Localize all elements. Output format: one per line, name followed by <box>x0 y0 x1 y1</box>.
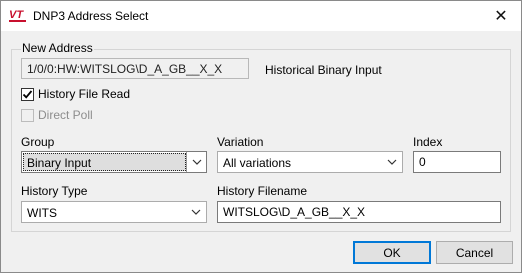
direct-poll-checkbox[interactable] <box>21 109 34 122</box>
variation-value: All variations <box>223 156 292 170</box>
close-button[interactable]: ✕ <box>481 1 521 31</box>
address-field[interactable]: 1/0/0:HW:WITSLOG\D_A_GB__X_X <box>21 58 249 79</box>
history-file-read-label[interactable]: History File Read <box>38 87 130 101</box>
cancel-button[interactable]: Cancel <box>436 241 513 264</box>
variation-label: Variation <box>217 135 264 149</box>
title-bar[interactable]: VT DNP3 Address Select ✕ <box>1 1 521 31</box>
history-filename-input[interactable]: WITSLOG\D_A_GB__X_X <box>217 201 501 223</box>
index-input[interactable]: 0 <box>413 151 501 173</box>
history-filename-label: History Filename <box>217 184 308 198</box>
ok-button[interactable]: OK <box>353 241 431 264</box>
close-icon: ✕ <box>494 8 508 25</box>
checkmark-icon <box>22 90 33 99</box>
address-type-label: Historical Binary Input <box>265 63 382 77</box>
group-label: Group <box>21 135 55 149</box>
direct-poll-label: Direct Poll <box>38 108 93 122</box>
history-file-read-checkbox[interactable] <box>21 88 34 101</box>
window-title: DNP3 Address Select <box>33 9 149 23</box>
history-type-label: History Type <box>21 184 88 198</box>
history-type-dropdown[interactable]: WITS <box>21 201 207 223</box>
dnp3-address-select-dialog: VT DNP3 Address Select ✕ New Address 1/0… <box>0 0 522 273</box>
svg-text:VT: VT <box>9 9 24 21</box>
chevron-down-icon[interactable] <box>186 202 206 222</box>
chevron-down-icon[interactable] <box>186 152 206 172</box>
group-value: Binary Input <box>23 153 186 171</box>
vt-logo-icon: VT <box>9 9 26 22</box>
variation-dropdown[interactable]: All variations <box>217 151 403 173</box>
new-address-label: New Address <box>21 41 94 55</box>
history-type-value: WITS <box>27 206 57 220</box>
group-dropdown[interactable]: Binary Input <box>21 151 207 173</box>
index-label: Index <box>413 135 443 149</box>
chevron-down-icon[interactable] <box>382 152 402 172</box>
